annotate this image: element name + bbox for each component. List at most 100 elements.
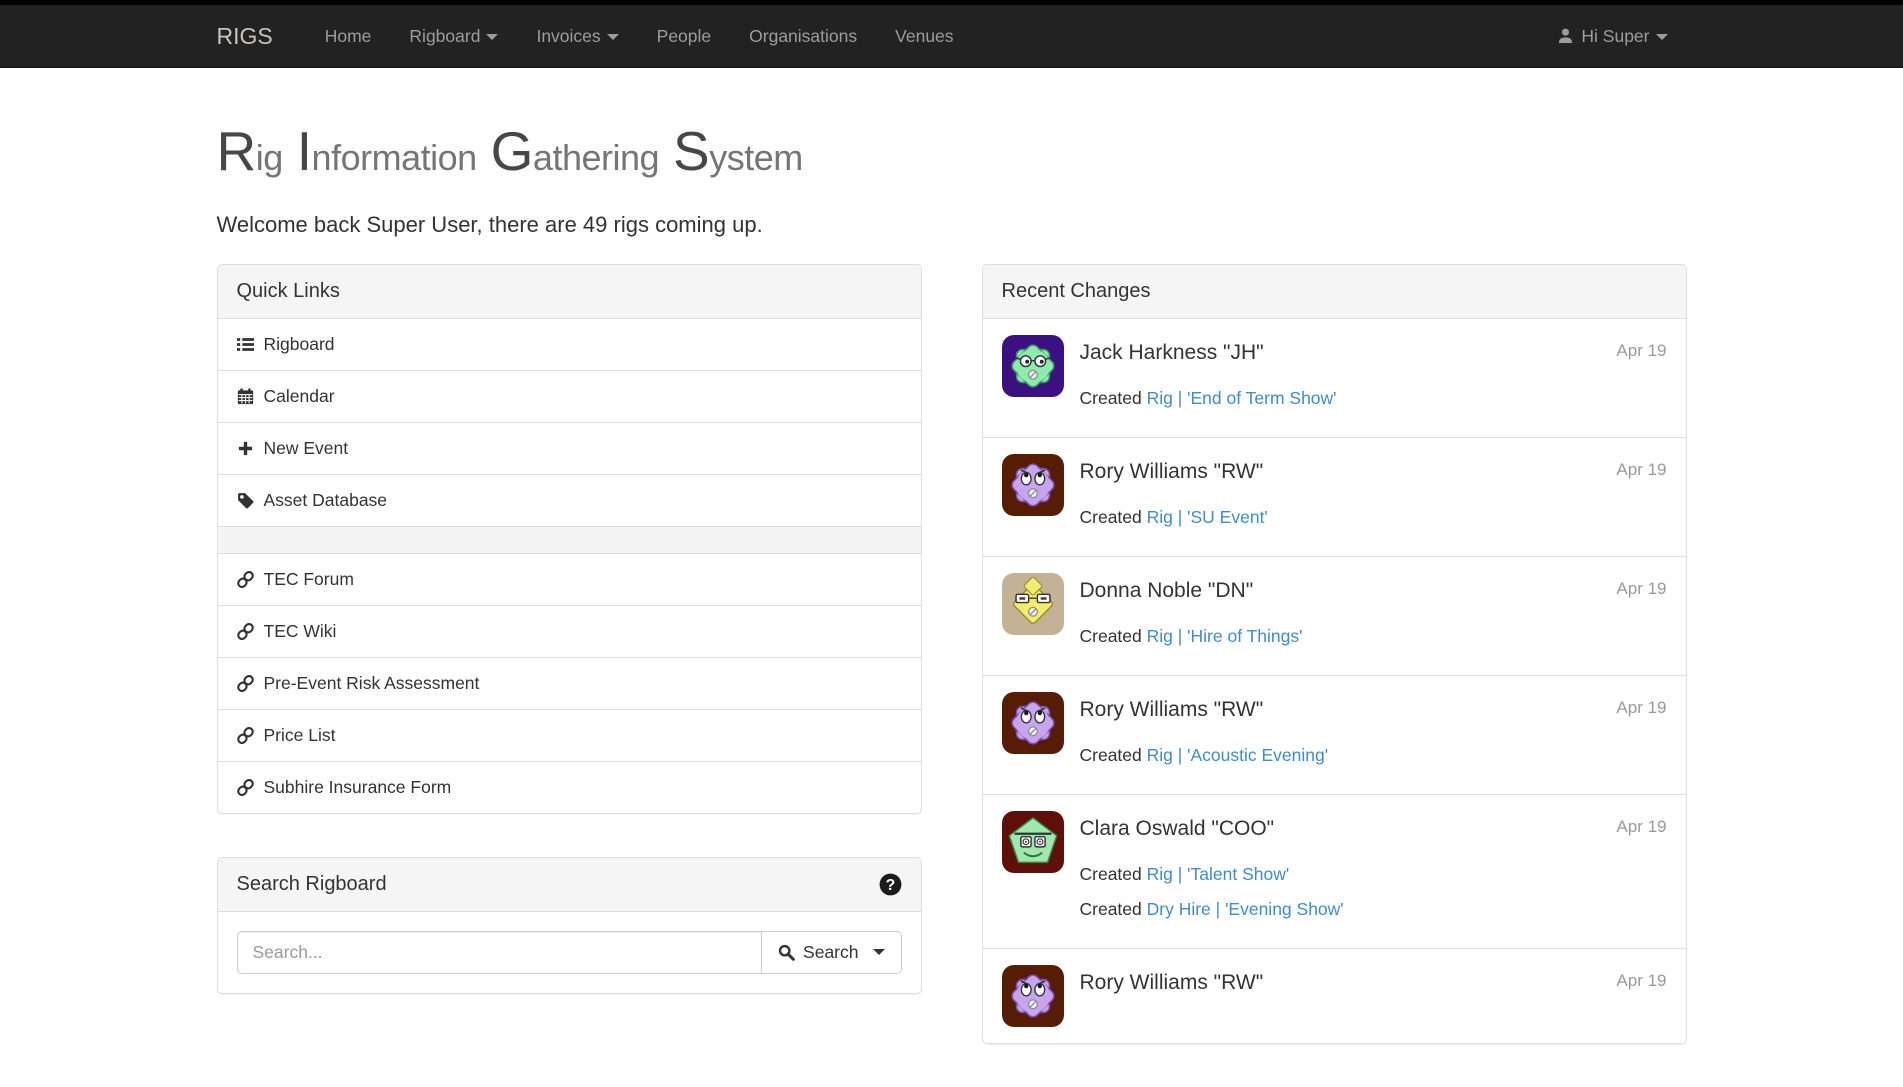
change-date: Apr 19 — [1616, 458, 1666, 482]
quick-link-label: Calendar — [264, 384, 335, 409]
search-panel-heading: Search Rigboard — [218, 858, 921, 912]
gear-monster-avatar-icon — [1002, 454, 1064, 516]
action-verb: Created — [1080, 388, 1147, 408]
search-button-label: Search — [803, 942, 858, 963]
change-action: Created Rig | 'SU Event' — [1080, 505, 1667, 530]
action-verb: Created — [1080, 745, 1147, 765]
change-action: Created Dry Hire | 'Evening Show' — [1080, 897, 1667, 922]
change-date: Apr 19 — [1616, 577, 1666, 601]
quick-link-label: Rigboard — [264, 332, 335, 357]
target-name-link[interactable]: 'Evening Show' — [1225, 899, 1344, 919]
navbar: RIGS Home Rigboard Invoices People Organ… — [0, 5, 1903, 68]
avatar[interactable] — [1002, 965, 1064, 1027]
list-icon — [237, 336, 256, 353]
avatar[interactable] — [1002, 454, 1064, 516]
quick-link-rigboard[interactable]: Rigboard — [218, 319, 921, 370]
target-type-link[interactable]: Rig — [1147, 507, 1173, 527]
gear-monster-avatar-icon — [1002, 692, 1064, 754]
plus-icon — [237, 440, 256, 457]
person-name[interactable]: Rory Williams "RW" — [1080, 457, 1667, 487]
gear-monster-avatar-icon — [1002, 965, 1064, 1027]
quick-link-tec-wiki[interactable]: TEC Wiki — [218, 605, 921, 657]
target-name-link[interactable]: 'Hire of Things' — [1187, 626, 1302, 646]
nav-item-rigboard[interactable]: Rigboard — [390, 5, 517, 68]
person-name[interactable]: Jack Harkness "JH" — [1080, 338, 1667, 368]
link-icon — [237, 623, 256, 640]
pipe-separator: | — [1173, 745, 1187, 765]
search-input-group: Search — [237, 931, 902, 974]
quick-links-panel: Quick Links Rigboard Calendar New Event … — [217, 264, 922, 814]
search-panel-title: Search Rigboard — [237, 870, 387, 899]
avatar[interactable] — [1002, 692, 1064, 754]
recent-changes-panel: Recent Changes Apr 19 Jack Harkness "JH"… — [982, 264, 1687, 1044]
target-type-link[interactable]: Rig — [1147, 388, 1173, 408]
recent-change-item: Apr 19 Rory Williams "RW" Created Rig | … — [983, 675, 1686, 794]
quick-link-calendar[interactable]: Calendar — [218, 370, 921, 422]
user-menu[interactable]: Hi Super — [1538, 5, 1686, 68]
page-title: RigInformationGatheringSystem — [217, 123, 1687, 181]
target-name-link[interactable]: 'Talent Show' — [1187, 864, 1289, 884]
change-date: Apr 19 — [1616, 815, 1666, 839]
quick-links-spacer — [218, 526, 921, 553]
help-icon[interactable] — [879, 873, 902, 896]
avatar[interactable] — [1002, 573, 1064, 635]
nav-item-people[interactable]: People — [638, 5, 731, 68]
question-circle-icon — [879, 873, 902, 896]
search-icon — [778, 944, 795, 961]
quick-link-label: Asset Database — [264, 488, 388, 513]
link-icon — [237, 675, 254, 692]
pipe-separator: | — [1173, 626, 1187, 646]
quick-link-label: Pre-Event Risk Assessment — [264, 671, 480, 696]
chevron-down-icon — [486, 34, 498, 40]
avatar[interactable] — [1002, 811, 1064, 873]
quick-link-price-list[interactable]: Price List — [218, 709, 921, 761]
target-type-link[interactable]: Dry Hire — [1147, 899, 1211, 919]
action-verb: Created — [1080, 507, 1147, 527]
person-name[interactable]: Rory Williams "RW" — [1080, 695, 1667, 725]
brand-rigs[interactable]: RIGS — [217, 5, 292, 68]
quick-link-asset-database[interactable]: Asset Database — [218, 474, 921, 526]
recent-changes-title: Recent Changes — [1002, 277, 1151, 306]
pipe-separator: | — [1173, 388, 1187, 408]
person-name[interactable]: Rory Williams "RW" — [1080, 968, 1667, 998]
change-action: Created Rig | 'End of Term Show' — [1080, 386, 1667, 411]
nav-item-home[interactable]: Home — [306, 5, 391, 68]
avatar[interactable] — [1002, 335, 1064, 397]
diamond-monster-avatar-icon — [1002, 573, 1064, 635]
person-name[interactable]: Donna Noble "DN" — [1080, 576, 1667, 606]
quick-link-tec-forum[interactable]: TEC Forum — [218, 553, 921, 605]
quick-link-pre-event-risk-assessment[interactable]: Pre-Event Risk Assessment — [218, 657, 921, 709]
quick-link-label: Subhire Insurance Form — [264, 775, 452, 800]
change-action: Created Rig | 'Hire of Things' — [1080, 624, 1667, 649]
nav-item-invoices[interactable]: Invoices — [517, 5, 637, 68]
quick-link-label: TEC Wiki — [264, 619, 337, 644]
recent-change-item: Apr 19 Rory Williams "RW" — [983, 948, 1686, 1043]
link-icon — [237, 571, 256, 588]
quick-link-label: TEC Forum — [264, 567, 354, 592]
link-icon — [237, 675, 256, 692]
target-name-link[interactable]: 'Acoustic Evening' — [1187, 745, 1328, 765]
recent-changes-heading: Recent Changes — [983, 265, 1686, 319]
pentagon-monster-avatar-icon — [1002, 811, 1064, 873]
target-name-link[interactable]: 'SU Event' — [1187, 507, 1268, 527]
link-icon — [237, 727, 256, 744]
pipe-separator: | — [1173, 864, 1187, 884]
person-name[interactable]: Clara Oswald "COO" — [1080, 814, 1667, 844]
target-name-link[interactable]: 'End of Term Show' — [1187, 388, 1336, 408]
tag-icon — [237, 492, 254, 509]
search-panel-body: Search — [218, 912, 921, 993]
quick-link-subhire-insurance-form[interactable]: Subhire Insurance Form — [218, 761, 921, 813]
target-type-link[interactable]: Rig — [1147, 626, 1173, 646]
target-type-link[interactable]: Rig — [1147, 745, 1173, 765]
search-button[interactable]: Search — [761, 931, 901, 974]
nav-item-venues[interactable]: Venues — [876, 5, 972, 68]
link-icon — [237, 779, 254, 796]
quick-link-new-event[interactable]: New Event — [218, 422, 921, 474]
action-verb: Created — [1080, 899, 1147, 919]
search-input[interactable] — [237, 931, 763, 974]
target-type-link[interactable]: Rig — [1147, 864, 1173, 884]
nav-item-organisations[interactable]: Organisations — [730, 5, 876, 68]
chevron-down-icon — [1656, 34, 1668, 40]
recent-change-item: Apr 19 Donna Noble "DN" Created Rig | 'H… — [983, 556, 1686, 675]
link-icon — [237, 623, 254, 640]
